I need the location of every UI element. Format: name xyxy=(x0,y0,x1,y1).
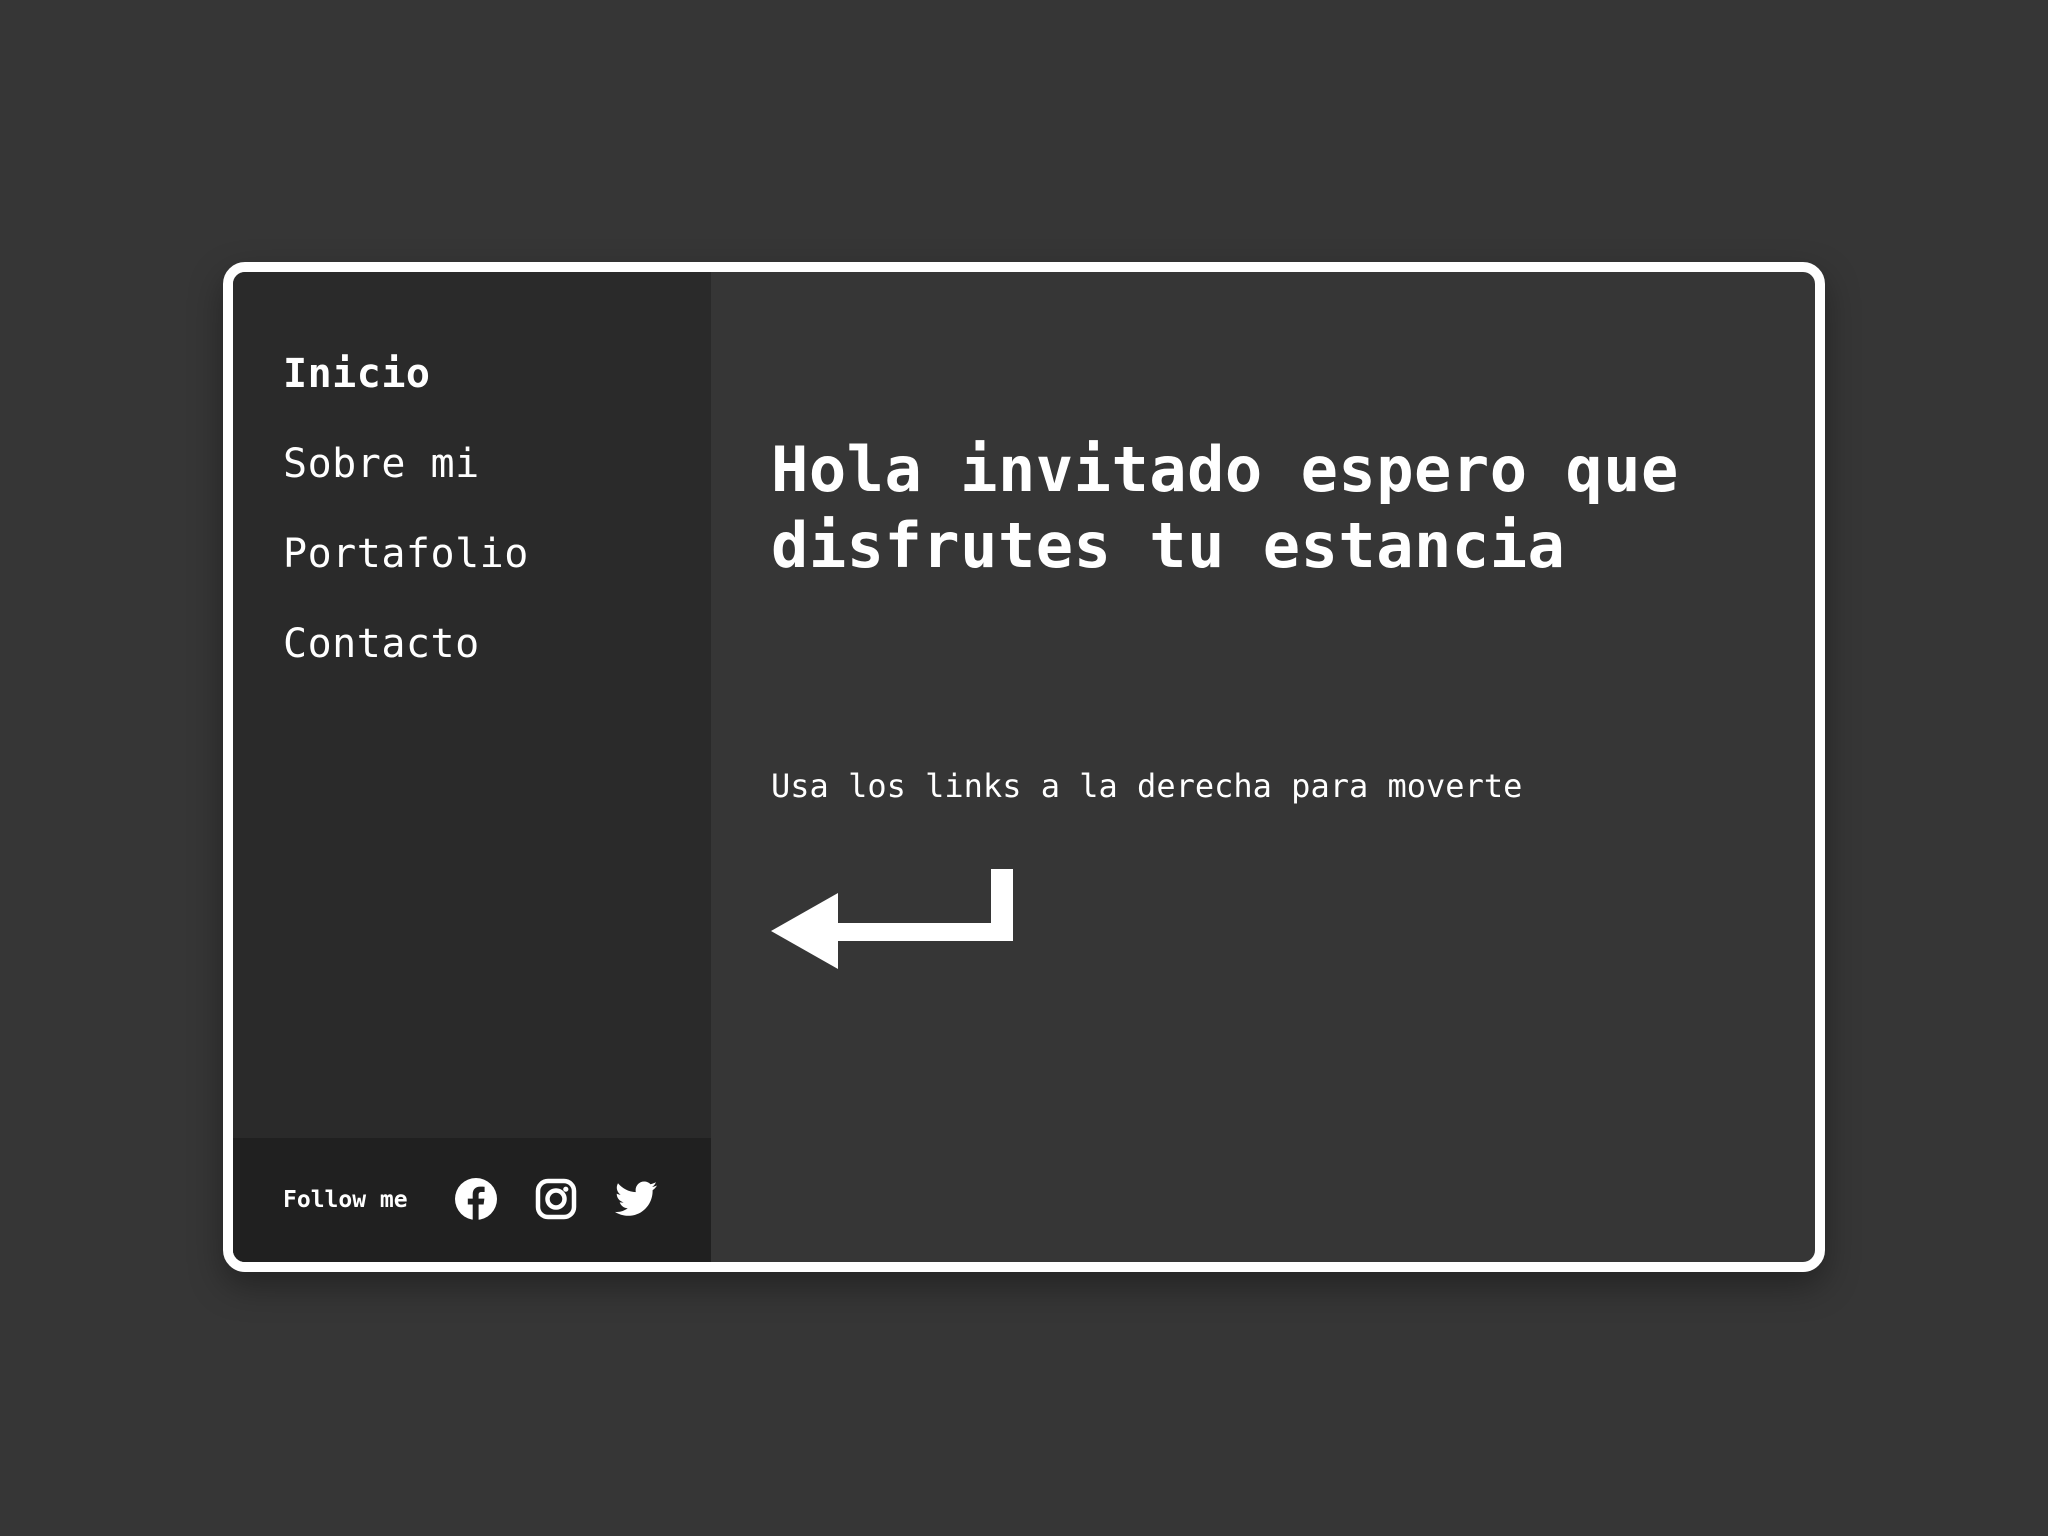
nav-item-inicio[interactable]: Inicio xyxy=(283,354,529,394)
twitter-icon[interactable] xyxy=(613,1176,659,1222)
main-card: Inicio Sobre mi Portafolio Contacto Foll… xyxy=(223,262,1825,1272)
welcome-heading: Hola invitado espero que disfrutes tu es… xyxy=(771,433,1679,582)
nav-item-portafolio[interactable]: Portafolio xyxy=(283,534,529,574)
main-content: Hola invitado espero que disfrutes tu es… xyxy=(711,272,1815,1262)
sidebar: Inicio Sobre mi Portafolio Contacto Foll… xyxy=(233,272,711,1262)
nav-item-sobre-mi[interactable]: Sobre mi xyxy=(283,444,529,484)
sidebar-nav: Inicio Sobre mi Portafolio Contacto xyxy=(283,354,529,714)
sidebar-footer: Follow me xyxy=(233,1138,711,1262)
instagram-icon[interactable] xyxy=(533,1176,579,1222)
follow-me-label: Follow me xyxy=(283,1187,408,1213)
instructions-text: Usa los links a la derecha para moverte xyxy=(771,767,1523,805)
return-arrow-left-icon xyxy=(771,869,1013,969)
facebook-icon[interactable] xyxy=(453,1176,499,1222)
nav-item-contacto[interactable]: Contacto xyxy=(283,624,529,664)
